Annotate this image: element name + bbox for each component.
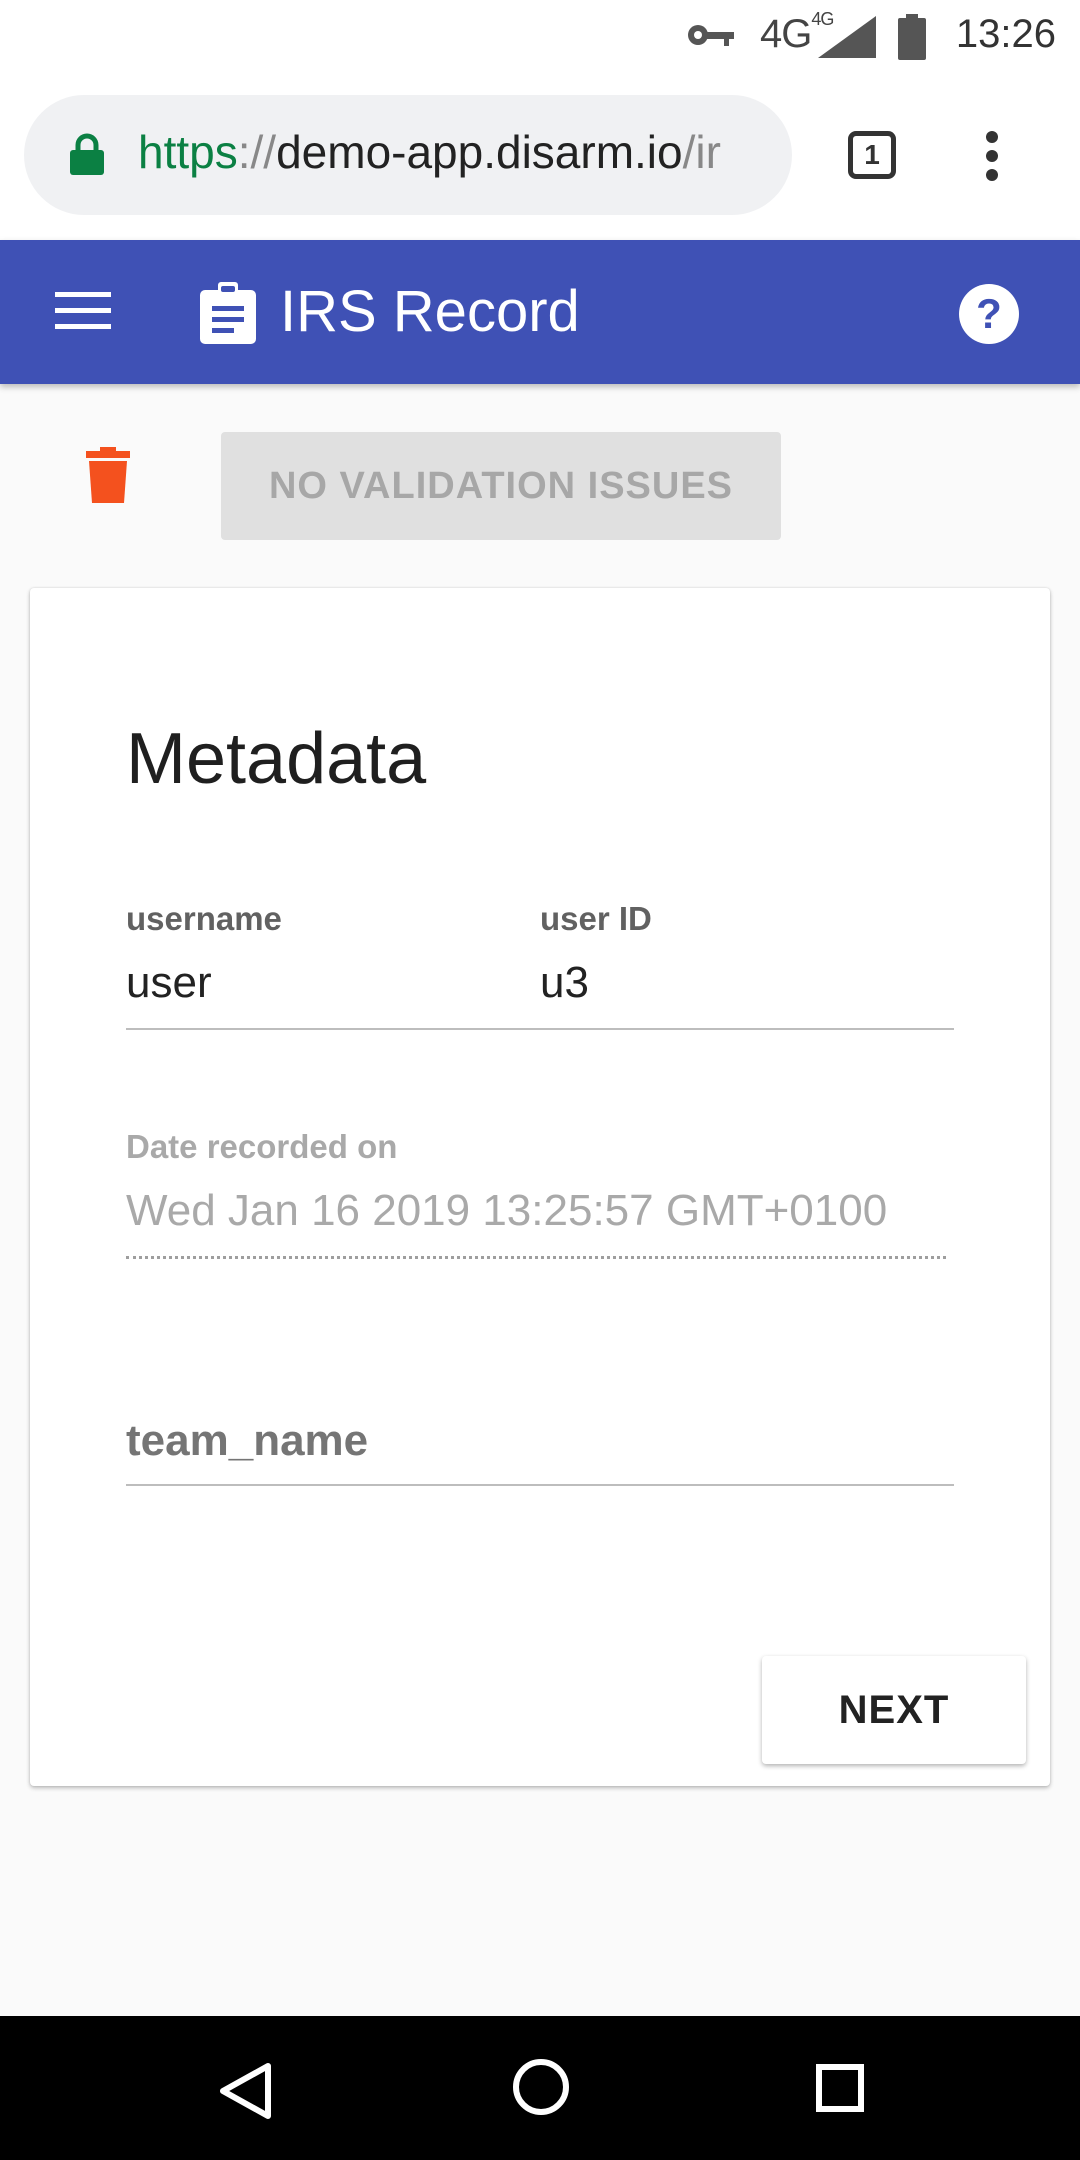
next-button[interactable]: NEXT [762,1656,1026,1764]
help-icon[interactable]: ? [958,283,1020,345]
team-name-input[interactable]: team_name [126,1416,368,1466]
date-recorded-label: Date recorded on [126,1128,398,1165]
lock-icon [70,133,104,175]
signal-icon [818,16,876,58]
more-options-icon[interactable] [985,130,999,182]
address-bar[interactable]: https://demo-app.disarm.io/ir [24,95,792,215]
battery-icon [898,14,926,60]
username-value: user [126,958,212,1007]
team-name-underline [126,1484,954,1486]
url-path: /ir [682,126,721,178]
app-bar: IRS Record [0,240,1080,384]
url-scheme: https [138,126,238,178]
user-fields-divider [126,1028,954,1030]
key-icon [688,25,734,46]
navigation-bar [0,2016,1080,2160]
section-title: Metadata [126,719,427,799]
url-host: demo-app.disarm.io [276,126,683,178]
user-id-label: user ID [540,900,652,937]
url-text[interactable]: https://demo-app.disarm.io/ir [138,125,788,179]
url-separator: :// [237,126,277,178]
tab-switcher-button[interactable]: 1 [848,131,896,179]
back-icon[interactable] [218,2062,272,2120]
username-label: username [126,900,282,937]
app-title: IRS Record [280,279,580,344]
delete-icon[interactable] [86,447,130,503]
home-icon[interactable] [512,2058,570,2116]
network-type: 4G [760,12,812,56]
svg-text:?: ? [976,290,1002,337]
date-recorded-field: Wed Jan 16 2019 13:25:57 GMT+0100 [126,1186,888,1235]
date-field-underline [126,1256,946,1259]
browser-toolbar: https://demo-app.disarm.io/ir 1 [0,75,1080,240]
clipboard-icon [200,282,256,344]
user-id-value: u3 [540,958,589,1007]
validation-status-button[interactable]: NO VALIDATION ISSUES [221,432,781,540]
status-bar: 4G4G 13:26 [0,0,1080,75]
metadata-card: Metadata username user user ID u3 Date r… [30,588,1050,1786]
status-time: 13:26 [955,12,1056,56]
hamburger-menu-icon[interactable] [55,292,111,330]
recents-icon[interactable] [816,2064,864,2112]
